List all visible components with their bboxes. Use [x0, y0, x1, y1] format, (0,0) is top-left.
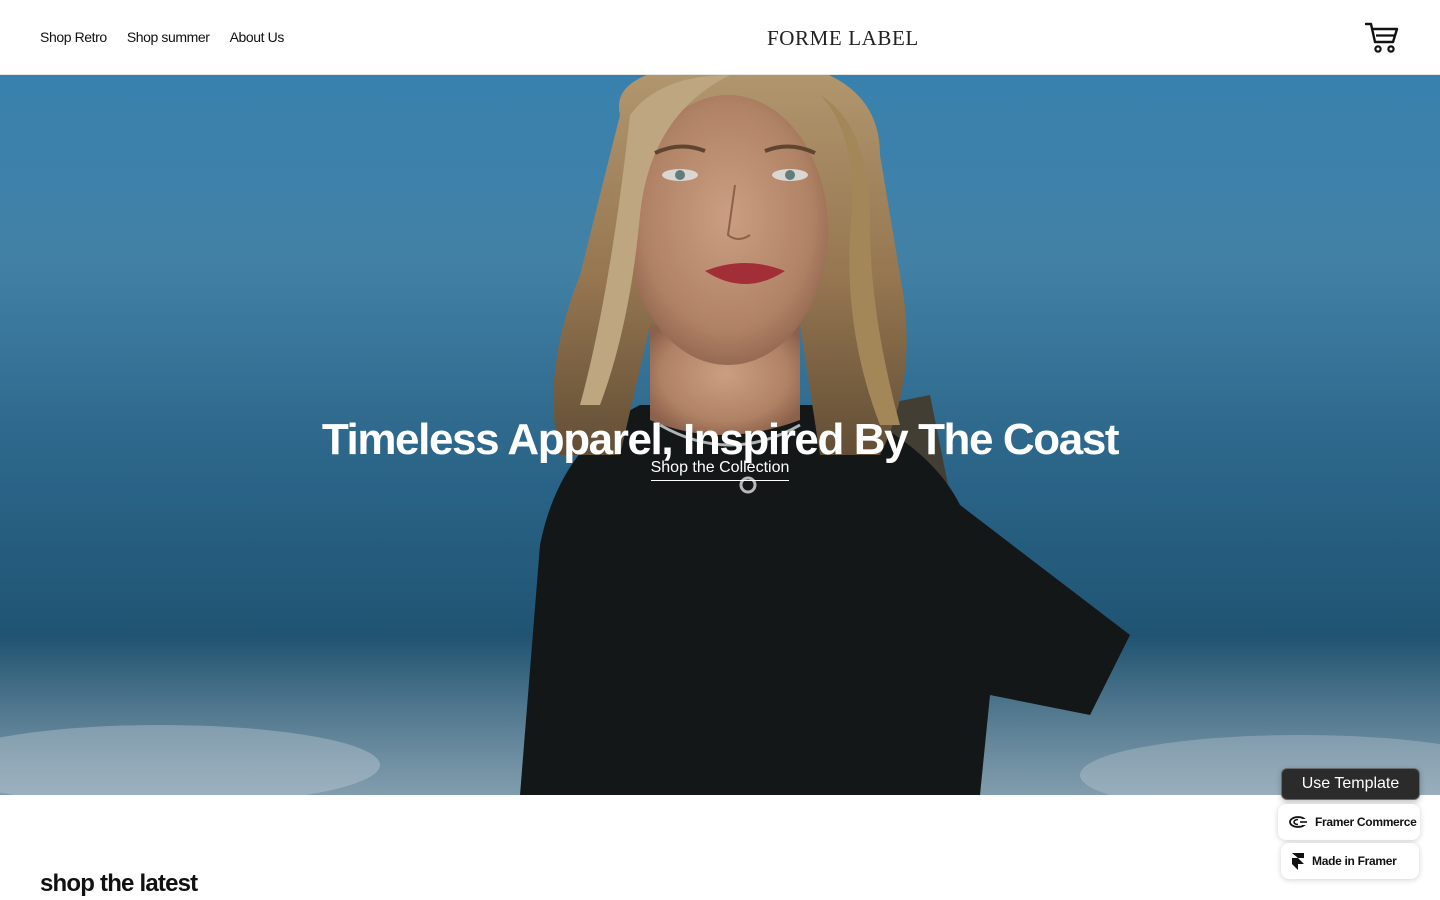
- site-header: Shop Retro Shop summer About Us FORME LA…: [0, 0, 1440, 75]
- main-nav: Shop Retro Shop summer About Us: [40, 28, 284, 46]
- nav-link-shop-summer[interactable]: Shop summer: [127, 28, 210, 46]
- nav-link-shop-retro[interactable]: Shop Retro: [40, 28, 107, 46]
- brand-logo[interactable]: FORME LABEL: [767, 24, 919, 52]
- hero-banner: Timeless Apparel, Inspired By The Coast …: [0, 75, 1440, 795]
- shop-collection-link[interactable]: Shop the Collection: [650, 458, 790, 481]
- framer-commerce-label: Framer Commerce: [1315, 815, 1417, 829]
- made-in-framer-badge[interactable]: Made in Framer: [1281, 843, 1419, 879]
- use-template-button[interactable]: Use Template: [1281, 768, 1420, 800]
- framer-logo-icon: [1292, 853, 1304, 870]
- nav-link-about-us[interactable]: About Us: [230, 28, 285, 46]
- section-title-shop-latest: shop the latest: [40, 869, 198, 897]
- shopping-cart-icon[interactable]: [1364, 20, 1400, 54]
- made-in-framer-label: Made in Framer: [1312, 854, 1397, 868]
- hero-cta-wrapper: Shop the Collection: [0, 458, 1440, 481]
- framer-commerce-badge[interactable]: Framer Commerce: [1278, 804, 1420, 840]
- framer-commerce-logo-icon: [1289, 816, 1307, 828]
